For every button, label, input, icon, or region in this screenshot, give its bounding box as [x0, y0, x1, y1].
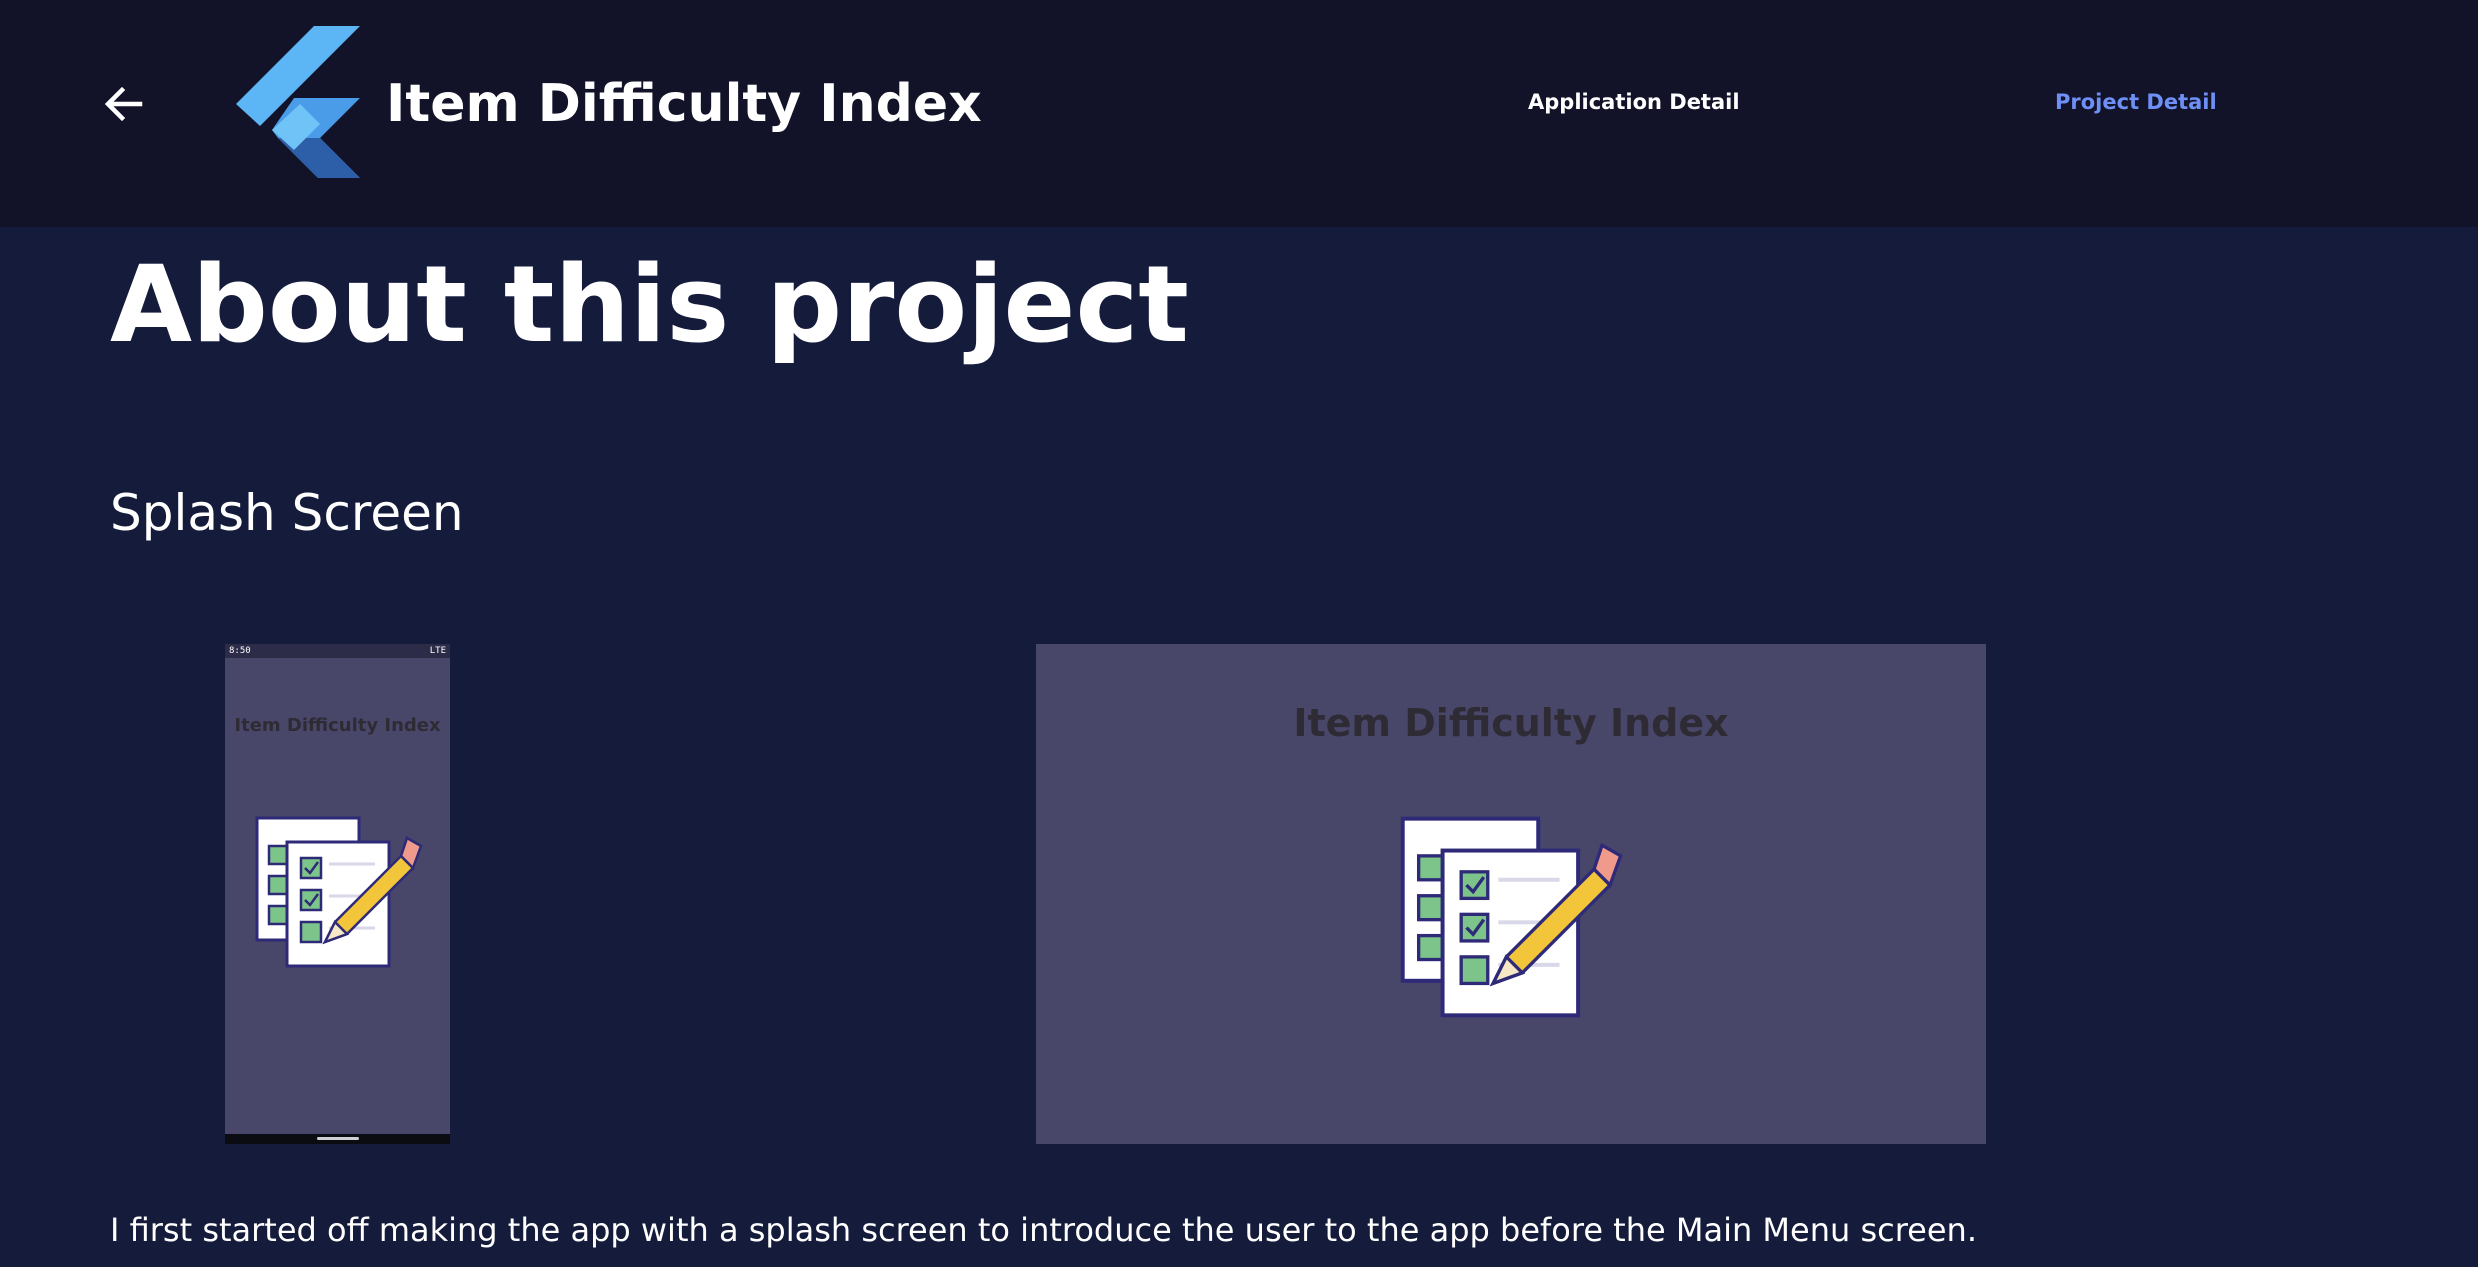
phone-screenshot: 8:50 LTE Item Difficulty Index: [225, 644, 450, 1144]
project-description: I first started off making the app with …: [110, 1211, 1977, 1249]
arrow-left-icon: [104, 86, 143, 122]
section-title: Splash Screen: [110, 484, 464, 542]
tablet-screenshot: Item Difficulty Index: [1036, 644, 1986, 1144]
phone-status-bar: 8:50 LTE: [225, 644, 450, 658]
phone-splash-title: Item Difficulty Index: [234, 715, 441, 736]
checklist-pencil-icon: [1400, 816, 1623, 1018]
app-header: Item Difficulty Index Application Detail…: [0, 0, 2478, 227]
nav-project-detail[interactable]: Project Detail: [2055, 88, 2217, 116]
status-network: LTE: [429, 646, 446, 656]
flutter-logo-icon: [236, 26, 360, 178]
checklist-pencil-icon: [255, 816, 423, 968]
tablet-splash-title: Item Difficulty Index: [1293, 701, 1729, 745]
page-title: About this project: [110, 243, 1189, 366]
status-time: 8:50: [229, 646, 251, 656]
phone-nav-bar: [225, 1134, 450, 1144]
back-button[interactable]: [100, 80, 148, 128]
app-title: Item Difficulty Index: [386, 74, 982, 134]
nav-application-detail[interactable]: Application Detail: [1528, 88, 1740, 116]
